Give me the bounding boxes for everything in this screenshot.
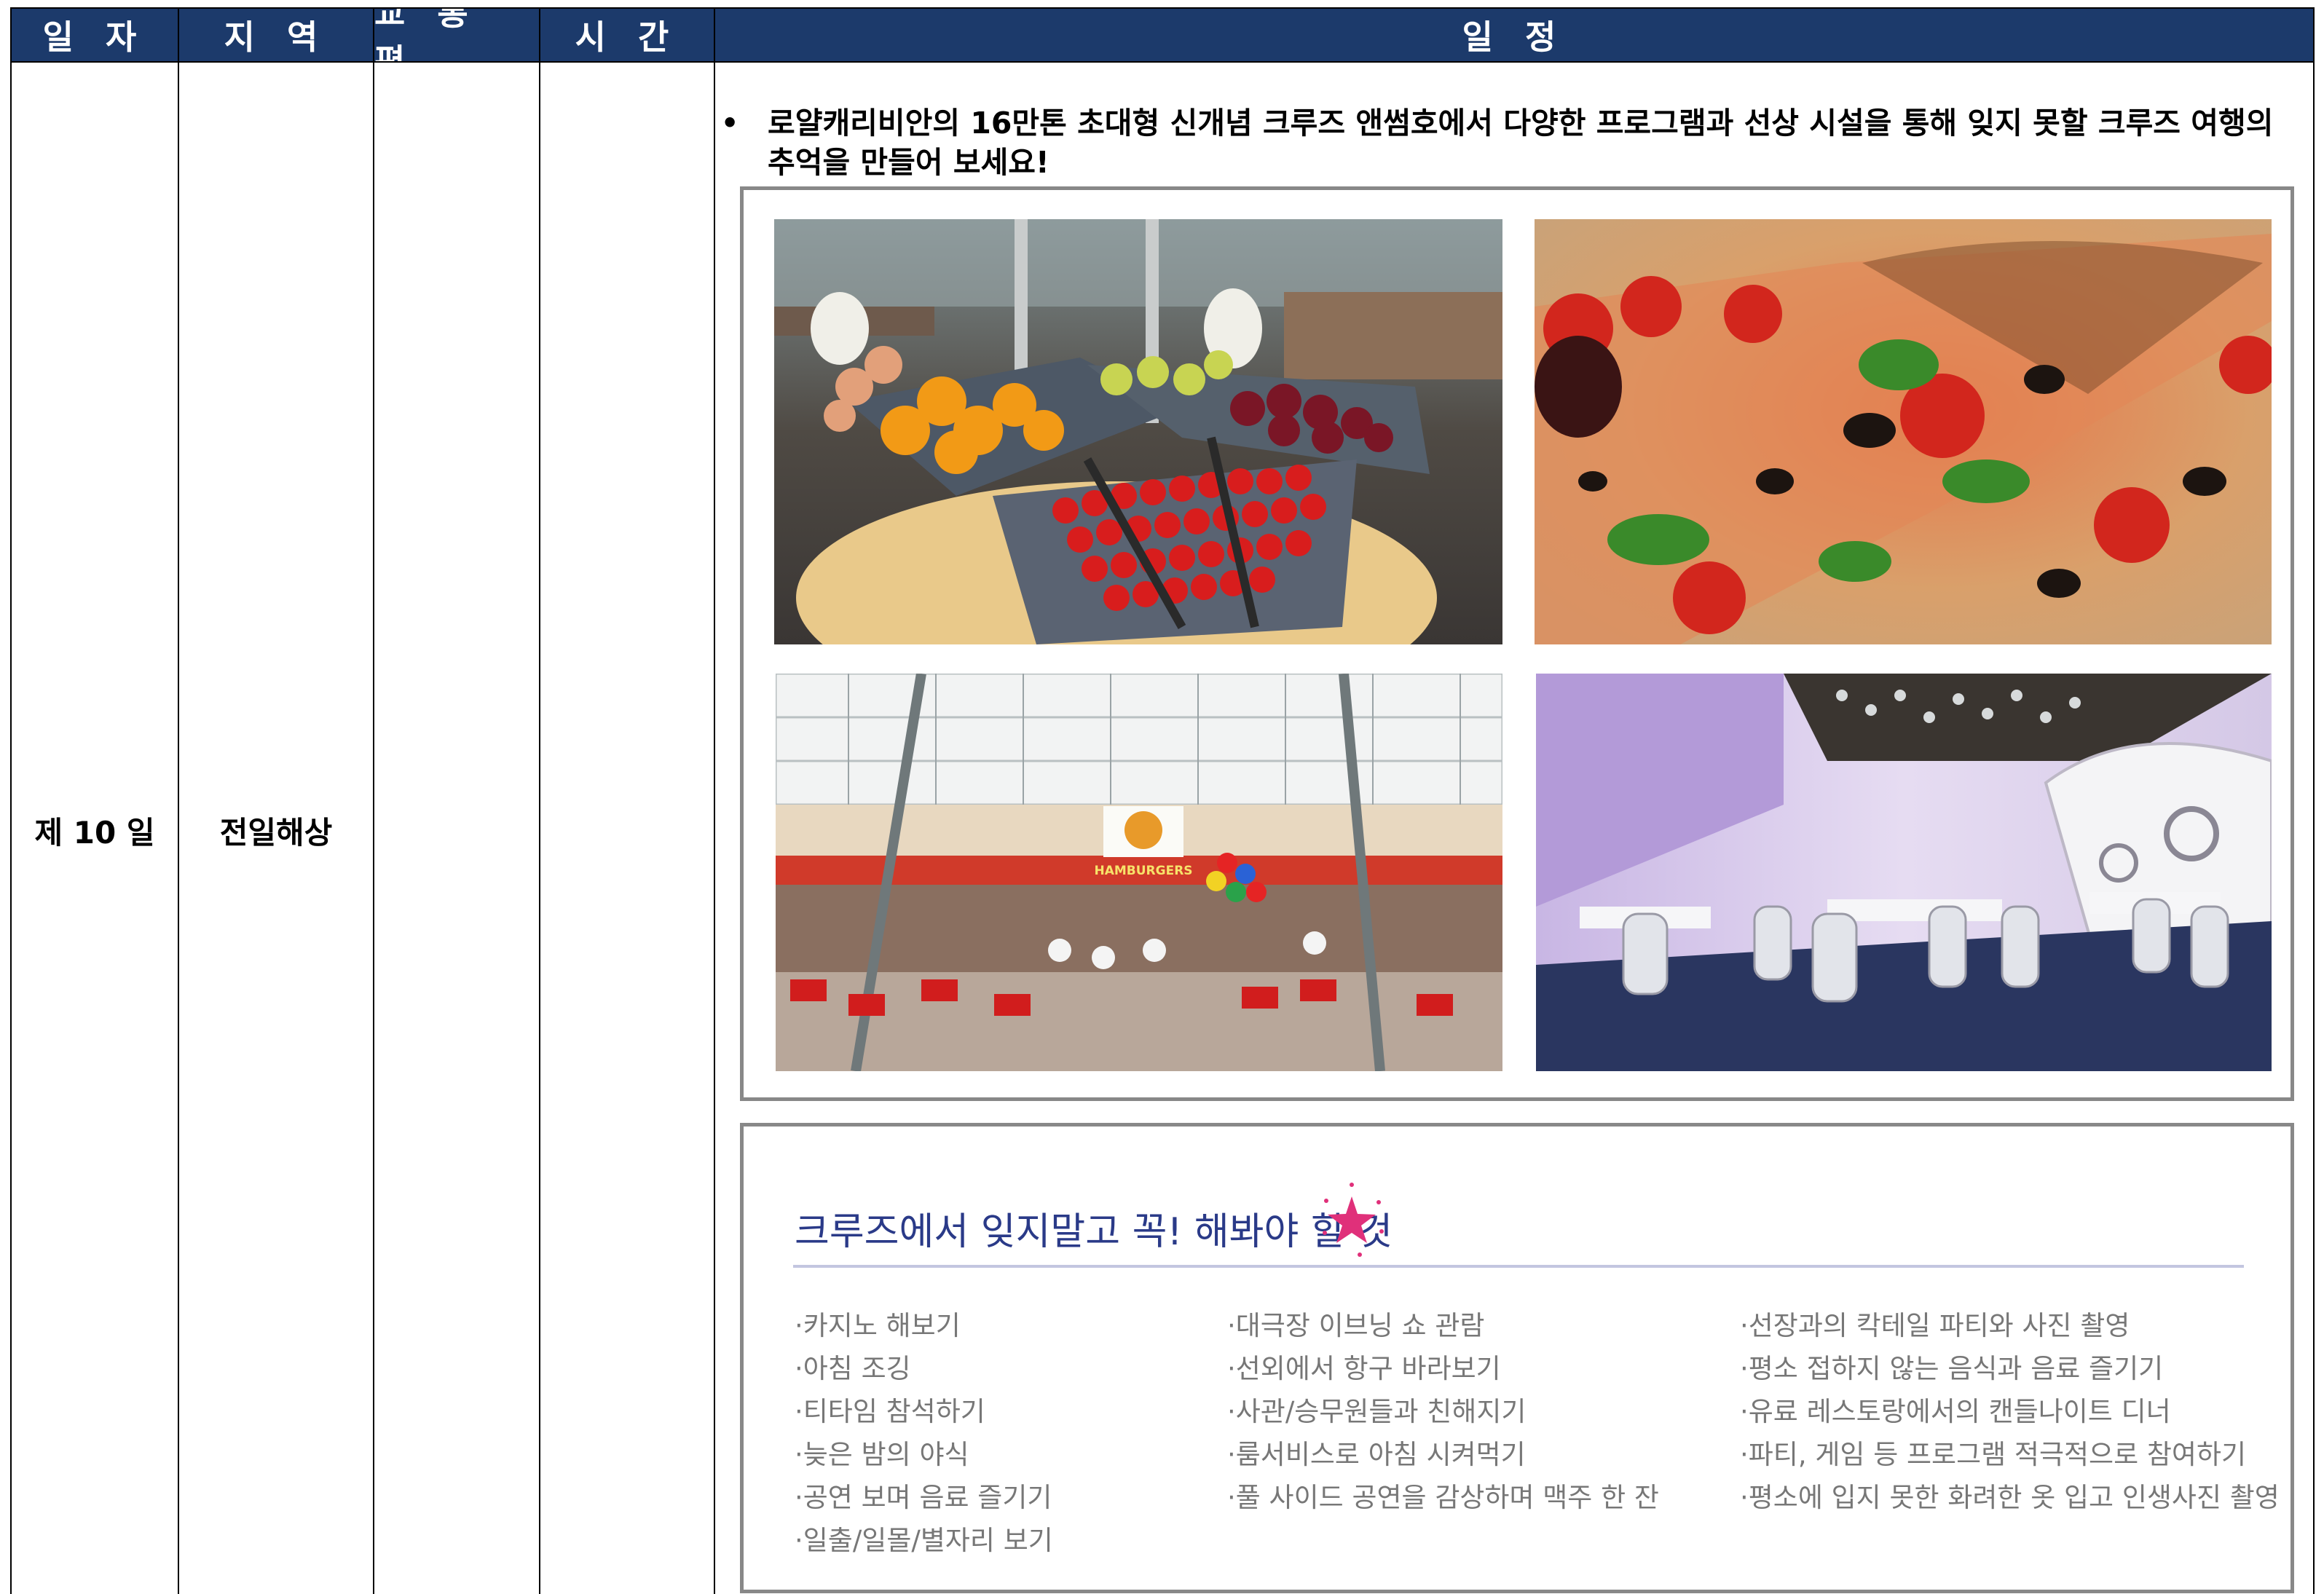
- list-item: ·파티, 게임 등 프로그램 적극적으로 참여하기: [1740, 1439, 2247, 1470]
- must-do-column-1: ·카지노 해보기 ·아침 조깅 ·티타임 참석하기 ·늦은 밤의 야식 ·공연 …: [795, 1304, 1053, 1562]
- table-top-border: [10, 7, 2315, 9]
- list-item: ·유료 레스토랑에서의 캔들나이트 디너: [1740, 1396, 2171, 1427]
- must-do-panel: 크루즈에서 잊지말고 꼭! 해봐야 할 것 ·카지노 해보기 ·아침 조깅 ·티…: [740, 1123, 2294, 1593]
- table-right-border: [2313, 7, 2315, 1594]
- list-item: ·아침 조깅: [795, 1353, 911, 1384]
- list-item: ·선외에서 항구 바라보기: [1227, 1353, 1501, 1384]
- header-transport: 교 통 편: [374, 0, 539, 81]
- star-icon: [1323, 1183, 1384, 1257]
- list-item: ·선장과의 칵테일 파티와 사진 촬영: [1740, 1310, 2130, 1341]
- list-item: ·일출/일몰/별자리 보기: [795, 1525, 1053, 1556]
- header-region-label: 지 역: [224, 17, 328, 57]
- must-do-column-3: ·선장과의 칵테일 파티와 사진 촬영 ·평소 접하지 않는 음식과 음료 즐기…: [1740, 1304, 2280, 1519]
- col-divider-3: [539, 7, 540, 1594]
- must-do-title: 크루즈에서 잊지말고 꼭! 해봐야 할 것: [795, 1210, 1393, 1254]
- dining-room-photo: [1536, 674, 2272, 1071]
- intro-text: 로얄캐리비안의 16만톤 초대형 신개념 크루즈 앤썸호에서 다양한 프로그램과…: [768, 106, 2274, 180]
- list-item: ·풀 사이드 공연을 감상하며 맥주 한 잔: [1227, 1482, 1659, 1513]
- fruit-buffet-photo: [774, 219, 1502, 644]
- header-region: 지 역: [179, 9, 373, 61]
- list-item: ·공연 보며 음료 즐기기: [795, 1482, 1052, 1513]
- header-time-label: 시 간: [575, 17, 680, 57]
- header-date: 일 자: [12, 9, 178, 61]
- header-schedule-label: 일 정: [1462, 17, 1567, 57]
- intro-paragraph: • 로얄캐리비안의 16만톤 초대형 신개념 크루즈 앤썸호에서 다양한 프로그…: [721, 103, 2301, 182]
- burger-cafe-deck-photo: HAMBURGERS: [776, 674, 1502, 1071]
- col-divider-1: [178, 7, 179, 1594]
- list-item: ·룸서비스로 아침 시켜먹기: [1227, 1439, 1526, 1470]
- list-item: ·늦은 밤의 야식: [795, 1439, 969, 1470]
- col-divider-4: [714, 7, 715, 1594]
- intro-bullet: •: [721, 107, 739, 139]
- list-item: ·티타임 참석하기: [795, 1396, 985, 1427]
- photo-grid: HAMBURGERS: [740, 186, 2294, 1101]
- col-divider-2: [373, 7, 374, 1594]
- title-underline: [793, 1265, 2244, 1268]
- list-item: ·평소에 입지 못한 화려한 옷 입고 인생사진 촬영: [1740, 1482, 2280, 1513]
- list-item: ·카지노 해보기: [795, 1310, 961, 1341]
- list-item: ·대극장 이브닝 쇼 관람: [1227, 1310, 1485, 1341]
- hamburgers-sign: HAMBURGERS: [1094, 864, 1192, 878]
- header-transport-label: 교 통 편: [374, 0, 478, 81]
- table-left-border: [10, 7, 12, 1594]
- list-item: ·평소 접하지 않는 음식과 음료 즐기기: [1740, 1353, 2164, 1384]
- pizza-photo: [1535, 219, 2272, 644]
- must-do-column-2: ·대극장 이브닝 쇼 관람 ·선외에서 항구 바라보기 ·사관/승무원들과 친해…: [1227, 1304, 1659, 1519]
- itinerary-page: 일 자 지 역 교 통 편 시 간 일 정 제 10 일 전일해상 • 로얄캐리…: [0, 0, 2324, 1594]
- header-time: 시 간: [540, 9, 714, 61]
- header-date-label: 일 자: [42, 17, 147, 57]
- region-label: 전일해상: [219, 815, 333, 851]
- header-schedule: 일 정: [715, 9, 2313, 61]
- day-label: 제 10 일: [34, 815, 155, 851]
- header-bottom-border: [10, 61, 2315, 63]
- list-item: ·사관/승무원들과 친해지기: [1227, 1396, 1527, 1427]
